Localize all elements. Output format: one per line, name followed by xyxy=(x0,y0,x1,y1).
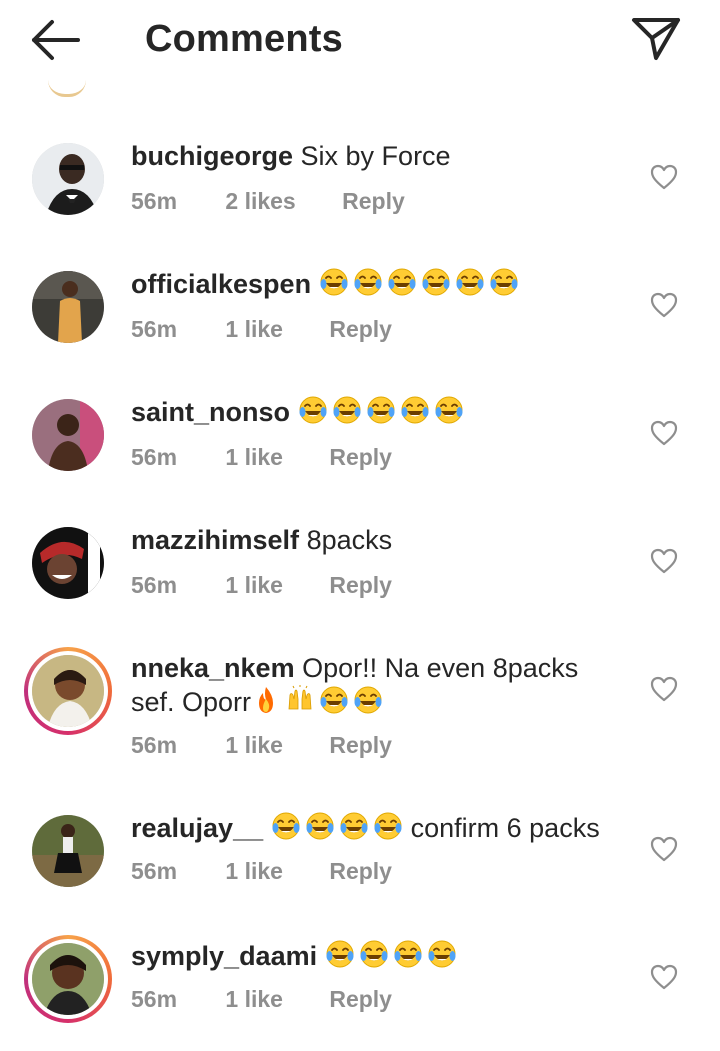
comment-time: 56m xyxy=(131,188,178,214)
comment-meta: 56m 1 like Reply xyxy=(131,316,392,343)
heart-icon[interactable] xyxy=(650,548,678,574)
joy-emoji-icon xyxy=(319,685,349,715)
heart-icon[interactable] xyxy=(650,836,678,862)
reply-button[interactable]: Reply xyxy=(329,444,392,471)
comments-screen: Comments buchigeorge Six by Force 56m 2 … xyxy=(0,0,720,1051)
reply-button[interactable]: Reply xyxy=(329,732,392,759)
joy-emoji-icon xyxy=(325,939,355,969)
comment-body: buchigeorge Six by Force xyxy=(131,139,611,173)
comment-meta: 56m 2 likes Reply xyxy=(131,188,405,215)
joy-emoji-icon xyxy=(366,395,396,425)
heart-icon[interactable] xyxy=(650,420,678,446)
reply-button[interactable]: Reply xyxy=(329,316,392,343)
joy-emoji-icon xyxy=(421,267,451,297)
emoji-group xyxy=(319,267,523,299)
joy-emoji-icon xyxy=(393,939,423,969)
comment-meta: 56m 1 like Reply xyxy=(131,444,392,471)
comment-body: officialkespen xyxy=(131,267,611,301)
comment-time: 56m xyxy=(131,858,178,884)
comment-meta: 56m 1 like Reply xyxy=(131,572,392,599)
joy-emoji-icon xyxy=(353,267,383,297)
comment-body: saint_nonso xyxy=(131,395,611,429)
arrow-left-icon xyxy=(32,20,80,60)
story-ring-avatar[interactable] xyxy=(24,647,112,735)
joy-emoji-icon xyxy=(400,395,430,425)
comment-username[interactable]: nneka_nkem xyxy=(131,653,295,683)
comment-body: nneka_nkem Opor!! Na even 8packs sef. Op… xyxy=(131,651,611,719)
avatar[interactable] xyxy=(32,399,104,471)
comment-time: 56m xyxy=(131,444,178,470)
joy-emoji-icon xyxy=(387,267,417,297)
top-bar: Comments xyxy=(0,0,720,84)
heart-icon[interactable] xyxy=(650,676,678,702)
joy-emoji-icon xyxy=(319,267,349,297)
joy-emoji-icon xyxy=(373,811,403,841)
avatar[interactable] xyxy=(32,143,104,215)
comment-meta: 56m 1 like Reply xyxy=(131,732,392,759)
comment-likes[interactable]: 1 like xyxy=(225,572,283,599)
comment-username[interactable]: buchigeorge xyxy=(131,141,293,171)
emoji-group xyxy=(325,939,461,971)
comment-likes[interactable]: 1 like xyxy=(225,316,283,343)
comment-text: Six by Force xyxy=(300,141,451,171)
comment-text-line2: sef. Oporr xyxy=(131,687,252,717)
reply-button[interactable]: Reply xyxy=(342,188,405,215)
comment-meta: 56m 1 like Reply xyxy=(131,858,392,885)
back-button[interactable] xyxy=(28,18,82,62)
comment-text-line1: Opor!! Na even 8packs xyxy=(302,653,579,683)
emoji-group xyxy=(251,685,387,717)
comment-likes[interactable]: 1 like xyxy=(225,858,283,885)
comment-username[interactable]: symply_daami xyxy=(131,941,317,971)
joy-emoji-icon xyxy=(489,267,519,297)
joy-emoji-icon xyxy=(305,811,335,841)
emoji-group xyxy=(271,811,407,843)
comment-time: 56m xyxy=(131,572,178,598)
comment-time: 56m xyxy=(131,316,178,342)
joy-emoji-icon xyxy=(455,267,485,297)
comment-likes[interactable]: 1 like xyxy=(225,986,283,1013)
joy-emoji-icon xyxy=(332,395,362,425)
reply-button[interactable]: Reply xyxy=(329,986,392,1013)
partial-avatar xyxy=(48,80,86,97)
heart-icon[interactable] xyxy=(650,164,678,190)
heart-icon[interactable] xyxy=(650,964,678,990)
comment-username[interactable]: saint_nonso xyxy=(131,397,290,427)
heart-icon[interactable] xyxy=(650,292,678,318)
page-title: Comments xyxy=(145,18,343,60)
reply-button[interactable]: Reply xyxy=(329,858,392,885)
joy-emoji-icon xyxy=(434,395,464,425)
comment-username[interactable]: mazzihimself xyxy=(131,525,299,555)
comment-likes[interactable]: 1 like xyxy=(225,444,283,471)
comment-likes[interactable]: 2 likes xyxy=(225,188,295,215)
comment-body: realujay__ confirm 6 packs xyxy=(131,811,611,845)
story-ring-avatar[interactable] xyxy=(24,935,112,1023)
reply-button[interactable]: Reply xyxy=(329,572,392,599)
share-button[interactable] xyxy=(630,14,682,62)
comment-username[interactable]: officialkespen xyxy=(131,269,311,299)
avatar[interactable] xyxy=(32,815,104,887)
comment-text: 8packs xyxy=(306,525,393,555)
comment-body: symply_daami xyxy=(131,939,611,973)
comment-meta: 56m 1 like Reply xyxy=(131,986,392,1013)
joy-emoji-icon xyxy=(359,939,389,969)
comment-time: 56m xyxy=(131,986,178,1012)
comment-body: mazzihimself 8packs xyxy=(131,523,611,557)
raised-hands-emoji-icon xyxy=(285,685,315,715)
comment-time: 56m xyxy=(131,732,178,758)
joy-emoji-icon xyxy=(298,395,328,425)
comment-likes[interactable]: 1 like xyxy=(225,732,283,759)
fire-emoji-icon xyxy=(251,685,281,715)
joy-emoji-icon xyxy=(427,939,457,969)
paper-plane-icon xyxy=(632,18,680,60)
joy-emoji-icon xyxy=(339,811,369,841)
avatar[interactable] xyxy=(32,271,104,343)
avatar[interactable] xyxy=(32,527,104,599)
comment-username[interactable]: realujay__ xyxy=(131,813,263,843)
comment-text: confirm 6 packs xyxy=(410,813,600,843)
joy-emoji-icon xyxy=(271,811,301,841)
joy-emoji-icon xyxy=(353,685,383,715)
emoji-group xyxy=(298,395,468,427)
